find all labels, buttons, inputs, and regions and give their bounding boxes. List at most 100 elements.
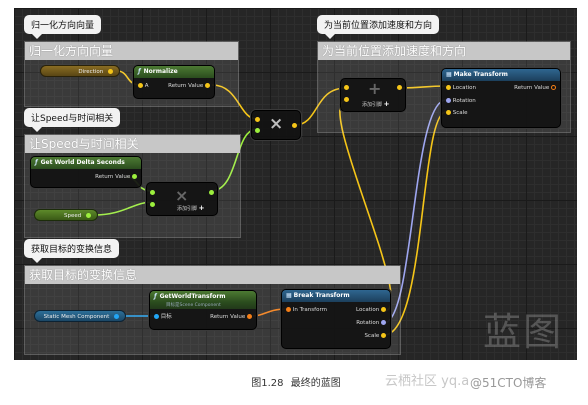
comment-title: 获取目标的变换信息	[25, 266, 400, 284]
pin-label: Scale	[364, 333, 380, 339]
add-pin-button[interactable]: 添加引脚 +	[362, 100, 389, 108]
normalize-header: ƒ Normalize	[134, 66, 214, 78]
make-pin-location[interactable]: Location	[446, 84, 476, 92]
break-pin-location[interactable]: Location	[356, 306, 386, 314]
pin-label: Return Value	[168, 83, 204, 89]
pin-dot	[154, 314, 159, 319]
break-pin-scale[interactable]: Scale	[364, 332, 386, 340]
transform-pin-target[interactable]: 目标	[154, 313, 172, 321]
static-mesh-pin[interactable]	[114, 314, 119, 319]
function-icon: ƒ	[35, 159, 38, 166]
delta-seconds-node[interactable]: ƒ Get World Delta Seconds Return Value	[30, 156, 142, 188]
normalize-node[interactable]: ƒ Normalize A Return Value	[133, 65, 215, 99]
bubble-normalize: 归一化方向向量	[24, 15, 102, 39]
float-add-node[interactable]: × 添加引脚 +	[146, 182, 218, 216]
comment-title: 为当前位置添加速度和方向	[318, 42, 570, 60]
bubble-speed-time: 让Speed与时间相关	[24, 108, 121, 132]
direction-variable[interactable]: Direction	[40, 65, 120, 77]
normalize-pin-a[interactable]: A	[138, 82, 149, 90]
speed-label: Speed	[64, 213, 82, 219]
pin-dot	[138, 83, 143, 88]
pin-label: Scale	[452, 110, 468, 116]
make-transform-title: Make Transform	[453, 71, 508, 78]
pin-label: Return Value	[210, 314, 246, 320]
add-symbol: +	[368, 79, 382, 98]
multiply-symbol: ×	[175, 186, 189, 205]
pin-dot	[446, 85, 451, 90]
comment-title: 让Speed与时间相关	[25, 135, 240, 153]
comment-title: 归一化方向向量	[25, 42, 238, 60]
pin-dot	[381, 333, 386, 338]
make-pin-return[interactable]: Return Value	[514, 84, 556, 92]
pin-label: In Transform	[292, 307, 327, 313]
delta-seconds-title: Get World Delta Seconds	[40, 159, 125, 166]
pin-dot	[205, 83, 210, 88]
transform-icon: ▦	[446, 71, 452, 78]
delta-seconds-pin-return[interactable]: Return Value	[95, 173, 137, 181]
get-world-transform-node[interactable]: ƒ GetWorldTransform 目标是Scene Component 目标…	[149, 290, 257, 330]
site-watermark-right: @51CTO博客	[470, 376, 547, 390]
add-input-a[interactable]	[150, 190, 155, 195]
static-mesh-variable[interactable]: Static Mesh Component	[34, 310, 126, 322]
make-pin-scale[interactable]: Scale	[446, 109, 468, 117]
pin-dot	[381, 307, 386, 312]
pin-dot	[247, 314, 252, 319]
speed-variable[interactable]: Speed	[34, 209, 98, 221]
static-mesh-label: Static Mesh Component	[43, 314, 110, 320]
pin-dot	[381, 320, 386, 325]
vector-add-output[interactable]	[397, 85, 402, 90]
vector-add-node[interactable]: + 添加引脚 +	[340, 78, 406, 112]
multiply-symbol: ×	[269, 114, 284, 134]
normalize-title: Normalize	[143, 68, 178, 75]
caption-text: 最终的蓝图	[290, 378, 341, 389]
site-watermark-left: 云栖社区 yq.a	[385, 374, 470, 389]
break-pin-rotation[interactable]: Rotation	[356, 319, 386, 327]
pin-dot	[446, 98, 451, 103]
pin-dot	[132, 174, 137, 179]
blueprint-graph[interactable]: 归一化方向向量 让Speed与时间相关 获取目标的变换信息 为当前位置添加速度和…	[14, 8, 577, 360]
add-output[interactable]	[209, 190, 214, 195]
speed-pin[interactable]	[86, 213, 91, 218]
make-pin-rotation[interactable]: Rotation	[446, 97, 476, 105]
break-pin-in[interactable]: In Transform	[286, 306, 327, 314]
break-transform-header: ▦ Break Transform	[282, 290, 390, 302]
pin-label: Return Value	[514, 85, 550, 91]
blueprint-watermark: 蓝图	[482, 310, 563, 354]
make-transform-node[interactable]: ▦ Make Transform Location Return Value Ro…	[441, 68, 561, 128]
add-input-b[interactable]	[150, 202, 155, 207]
pin-dot	[286, 307, 291, 312]
break-transform-node[interactable]: ▦ Break Transform In Transform Location R…	[281, 289, 391, 349]
get-world-transform-header: ƒ GetWorldTransform	[150, 291, 256, 302]
bubble-transform: 获取目标的变换信息	[24, 239, 120, 263]
pin-label: Location	[355, 307, 380, 313]
get-world-transform-title: GetWorldTransform	[159, 293, 226, 300]
vector-add-input-a[interactable]	[344, 85, 349, 90]
delta-seconds-header: ƒ Get World Delta Seconds	[31, 157, 141, 169]
pin-label: Location	[452, 85, 477, 91]
multiply-input-a[interactable]	[255, 117, 260, 122]
break-transform-title: Break Transform	[293, 292, 350, 299]
transform-icon: ▦	[286, 292, 292, 299]
pin-label: Rotation	[452, 98, 476, 104]
add-pin-button[interactable]: 添加引脚 +	[177, 204, 204, 212]
get-world-transform-subtitle: 目标是Scene Component	[150, 302, 256, 309]
function-icon: ƒ	[154, 293, 157, 300]
pin-label: A	[144, 83, 149, 89]
vector-add-input-b[interactable]	[344, 97, 349, 102]
bubble-add-speed: 为当前位置添加速度和方向	[317, 15, 440, 39]
direction-label: Direction	[78, 69, 104, 75]
multiply-input-b[interactable]	[255, 128, 260, 133]
pin-dot	[446, 110, 451, 115]
direction-pin[interactable]	[108, 69, 113, 74]
pin-dot	[551, 85, 556, 90]
transform-pin-return[interactable]: Return Value	[210, 313, 252, 321]
make-transform-header: ▦ Make Transform	[442, 69, 560, 81]
caption-figure-number: 图1.28	[251, 378, 284, 389]
multiply-output[interactable]	[292, 123, 297, 128]
pin-label: Return Value	[95, 174, 131, 180]
normalize-pin-return[interactable]: Return Value	[168, 82, 210, 90]
pin-label: 目标	[160, 314, 172, 320]
pin-label: Rotation	[356, 320, 380, 326]
multiply-node[interactable]: ×	[251, 110, 301, 140]
function-icon: ƒ	[138, 68, 141, 75]
